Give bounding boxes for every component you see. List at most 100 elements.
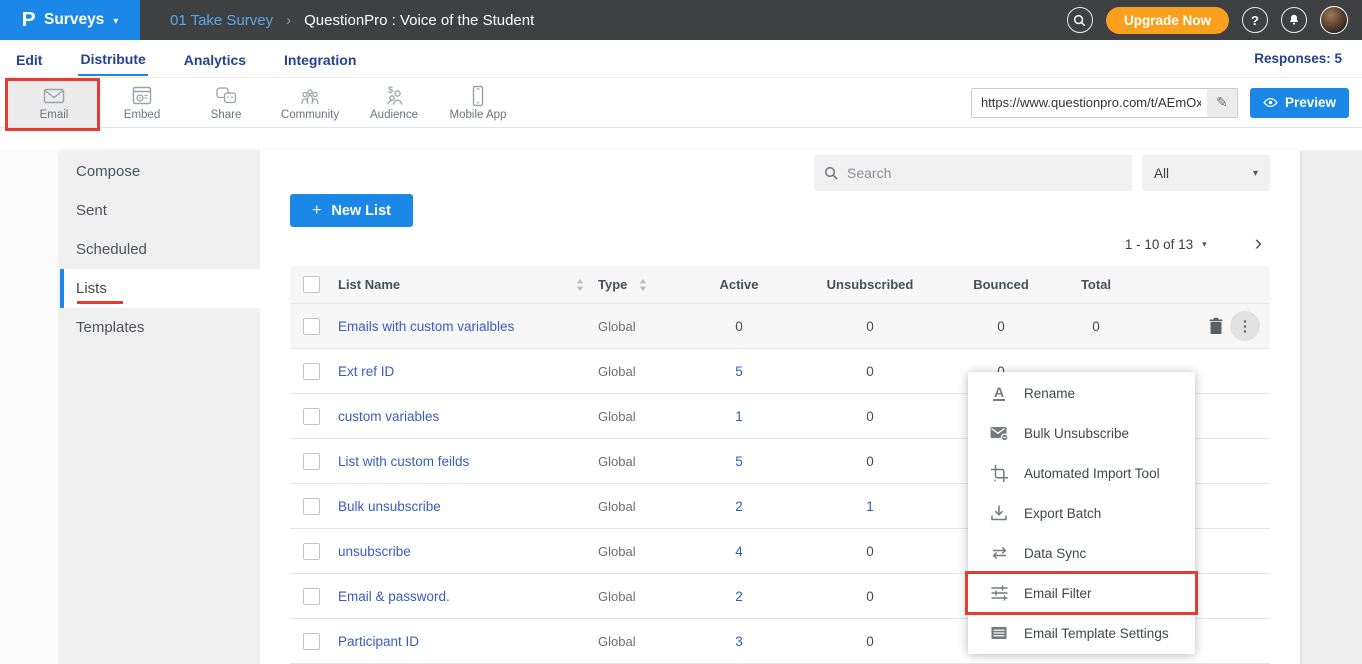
list-name-link[interactable]: Emails with custom varialbles	[338, 319, 514, 334]
col-bounced: Bounced	[956, 277, 1046, 292]
survey-subnav: Edit Distribute Analytics Integration Re…	[0, 40, 1362, 78]
breadcrumb-survey-link[interactable]: 01 Take Survey	[170, 12, 273, 29]
sync-repeat-icon	[989, 544, 1009, 562]
sidebar-item-lists[interactable]: Lists	[60, 269, 260, 308]
chevron-down-icon: ▾	[1202, 239, 1207, 250]
page-title: QuestionPro : Voice of the Student	[304, 12, 534, 29]
menu-item-export-batch[interactable]: Export Batch	[968, 493, 1195, 533]
channel-share[interactable]: Share	[184, 78, 268, 127]
chevron-down-icon: ▾	[113, 16, 118, 27]
channel-email[interactable]: Email	[8, 78, 100, 127]
sidebar-item-compose[interactable]: Compose	[60, 152, 260, 191]
menu-item-rename[interactable]: A Rename	[968, 373, 1195, 413]
help-icon[interactable]: ?	[1242, 7, 1268, 33]
email-sidebar: Compose Sent Scheduled Lists Templates	[60, 150, 260, 664]
sidebar-item-templates[interactable]: Templates	[60, 308, 260, 347]
notifications-bell-icon[interactable]	[1281, 7, 1307, 33]
edit-url-pencil-icon[interactable]: ✎	[1207, 89, 1237, 117]
list-name-link[interactable]: unsubscribe	[338, 544, 411, 559]
channel-mobile-app[interactable]: Mobile App	[436, 78, 520, 127]
new-list-button[interactable]: + New List	[290, 194, 413, 227]
search-icon	[824, 166, 838, 180]
col-active: Active	[694, 277, 784, 292]
preview-button[interactable]: Preview	[1250, 88, 1349, 118]
next-page-chevron[interactable]: ›	[1255, 232, 1262, 254]
row-checkbox[interactable]	[303, 543, 320, 560]
audience-dollar-people-icon: $	[381, 85, 407, 107]
svg-text:$: $	[388, 85, 393, 95]
row-checkbox[interactable]	[303, 588, 320, 605]
search-icon[interactable]	[1067, 7, 1093, 33]
row-checkbox[interactable]	[303, 453, 320, 470]
export-download-icon	[989, 504, 1009, 522]
row-checkbox[interactable]	[303, 408, 320, 425]
tab-edit[interactable]: Edit	[14, 43, 44, 75]
surveys-menu[interactable]: P Surveys ▾	[0, 0, 140, 40]
col-unsubscribed: Unsubscribed	[784, 277, 956, 292]
list-name-link[interactable]: Bulk unsubscribe	[338, 499, 441, 514]
app-header: P Surveys ▾ 01 Take Survey › QuestionPro…	[0, 0, 1362, 40]
col-type: Type	[598, 277, 627, 292]
search-input[interactable]	[847, 165, 1122, 181]
tab-integration[interactable]: Integration	[282, 43, 358, 75]
sidebar-item-sent[interactable]: Sent	[60, 191, 260, 230]
sort-icon[interactable]	[639, 279, 647, 291]
pagination-range-dropdown[interactable]: 1 - 10 of 13 ▾	[1125, 237, 1207, 252]
content-area: Compose Sent Scheduled Lists Templates	[0, 150, 1362, 664]
list-name-link[interactable]: Ext ref ID	[338, 364, 394, 379]
toolbar-right: ✎ Preview	[971, 78, 1362, 127]
background-strip	[1300, 150, 1362, 664]
template-settings-icon	[989, 625, 1009, 641]
sidebar-item-scheduled[interactable]: Scheduled	[60, 230, 260, 269]
channel-community[interactable]: Community	[268, 78, 352, 127]
survey-url-field: ✎	[971, 88, 1238, 118]
list-name-link[interactable]: List with custom feilds	[338, 454, 469, 469]
list-name-link[interactable]: custom variables	[338, 409, 439, 424]
col-list-name: List Name	[338, 277, 400, 292]
col-total: Total	[1046, 277, 1146, 292]
mobile-phone-icon	[465, 85, 491, 107]
delete-trash-icon[interactable]	[1208, 317, 1224, 335]
row-menu-dots-icon[interactable]: ⋮	[1230, 311, 1260, 341]
filter-dropdown[interactable]: All ▾	[1142, 155, 1270, 191]
pagination: 1 - 10 of 13 ▾ ›	[290, 235, 1270, 254]
filter-tune-icon	[989, 584, 1009, 602]
sort-icon[interactable]	[576, 279, 584, 291]
new-list-row: + New List	[290, 194, 1270, 227]
breadcrumb-separator: ›	[286, 12, 291, 29]
annotation-underline-lists	[77, 301, 123, 304]
menu-item-bulk-unsubscribe[interactable]: Bulk Unsubscribe	[968, 413, 1195, 453]
list-name-link[interactable]: Participant ID	[338, 634, 419, 649]
channel-embed[interactable]: Embed	[100, 78, 184, 127]
row-checkbox[interactable]	[303, 633, 320, 650]
channel-audience[interactable]: $ Audience	[352, 78, 436, 127]
list-name-link[interactable]: Email & password.	[338, 589, 450, 604]
tab-analytics[interactable]: Analytics	[182, 43, 248, 75]
header-actions: Upgrade Now ?	[1067, 6, 1362, 34]
email-envelope-icon	[41, 85, 67, 107]
row-checkbox[interactable]	[303, 498, 320, 515]
search-field	[814, 155, 1132, 191]
upgrade-now-button[interactable]: Upgrade Now	[1106, 7, 1229, 34]
menu-item-email-filter[interactable]: Email Filter	[968, 573, 1195, 613]
share-chat-icon	[213, 85, 239, 107]
menu-item-automated-import-tool[interactable]: Automated Import Tool	[968, 453, 1195, 493]
plus-icon: +	[312, 202, 321, 220]
user-avatar[interactable]	[1320, 6, 1348, 34]
page: P Surveys ▾ 01 Take Survey › QuestionPro…	[0, 0, 1362, 664]
row-checkbox[interactable]	[303, 318, 320, 335]
row-checkbox[interactable]	[303, 363, 320, 380]
menu-item-email-template-settings[interactable]: Email Template Settings	[968, 613, 1195, 653]
tab-distribute[interactable]: Distribute	[78, 42, 147, 76]
rename-icon: A	[989, 385, 1009, 402]
select-all-checkbox[interactable]	[303, 276, 320, 293]
unsubscribe-envelope-icon	[989, 424, 1009, 442]
row-context-menu: A Rename Bulk Unsubscribe Automated Impo…	[968, 372, 1195, 654]
eye-icon	[1263, 97, 1278, 108]
list-controls: All ▾	[290, 155, 1270, 191]
responses-count[interactable]: Responses: 5	[1254, 51, 1342, 66]
survey-url-input[interactable]	[972, 89, 1207, 117]
questionpro-logo-icon: P	[21, 9, 35, 32]
table-row: Emails with custom varialbles Global 0 0…	[290, 304, 1270, 349]
menu-item-data-sync[interactable]: Data Sync	[968, 533, 1195, 573]
